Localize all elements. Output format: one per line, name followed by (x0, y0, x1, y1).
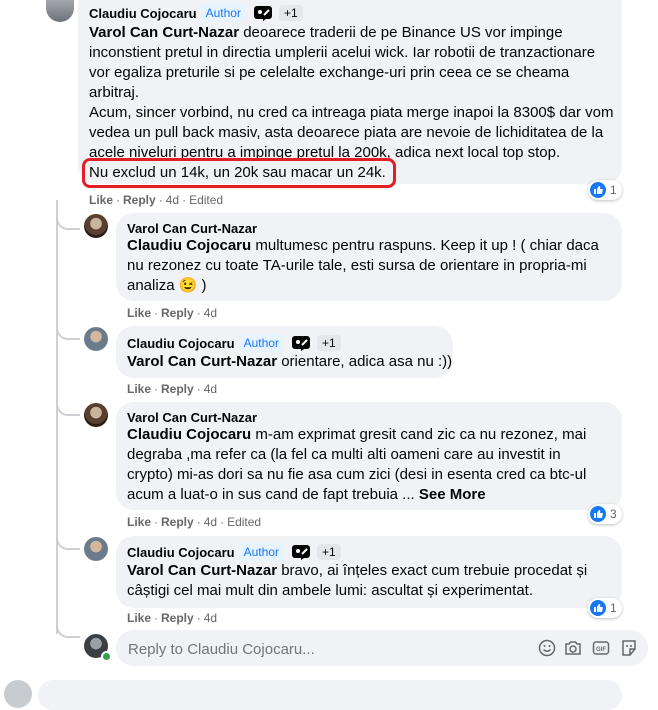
like-reaction-icon (590, 506, 606, 522)
conversation-starter-icon (289, 334, 313, 352)
conversation-starter-icon (251, 4, 275, 22)
edited-label: Edited (189, 193, 224, 207)
timestamp[interactable]: 4d (204, 382, 217, 396)
reply-text: orientare, adica asa nu :)) (277, 353, 453, 370)
reply-text-end: ) (197, 277, 207, 294)
reaction-count[interactable]: 1 (588, 598, 622, 618)
like-reaction-icon (590, 600, 606, 616)
author-badge: Author (238, 543, 284, 561)
highlight-box (82, 158, 396, 188)
reply-author-name[interactable]: Claudiu Cojocaru (127, 545, 235, 560)
reply-header: Claudiu Cojocaru Author +1 (127, 542, 341, 562)
timestamp[interactable]: 4d (204, 306, 217, 320)
reply-author-name[interactable]: Varol Can Curt-Nazar (127, 410, 257, 425)
avatar[interactable] (84, 214, 108, 238)
like-button[interactable]: Like (127, 515, 151, 529)
wink-emoji-icon: 😉 (178, 277, 198, 294)
see-more-link[interactable]: See More (419, 486, 486, 503)
thread-branch (56, 318, 80, 340)
thread-line (56, 200, 58, 634)
thread-branch (56, 394, 80, 416)
camera-icon[interactable] (564, 639, 582, 657)
mention-link[interactable]: Claudiu Cojocaru (127, 426, 251, 443)
sticker-icon[interactable] (620, 639, 638, 657)
thread-branch (56, 208, 80, 230)
reply-author-name[interactable]: Claudiu Cojocaru (127, 336, 235, 351)
reply-body: Varol Can Curt-Nazar bravo, ai înțeles e… (127, 561, 607, 601)
reply-button[interactable]: Reply (123, 193, 156, 207)
thread-branch (56, 614, 80, 638)
timestamp[interactable]: 4d (204, 515, 217, 529)
mention-link[interactable]: Varol Can Curt-Nazar (127, 562, 277, 579)
main-comment-paragraph-1: Varol Can Curt-Nazar deoarece traderii d… (89, 23, 614, 103)
avatar[interactable] (46, 0, 74, 22)
main-comment-header: Claudiu Cojocaru Author +1 (89, 2, 303, 24)
reply-actions: Like · Reply · 4d (127, 306, 218, 320)
reply-actions: Like · Reply · 4d (127, 611, 218, 625)
plus-badge[interactable]: +1 (316, 544, 341, 560)
edited-label: Edited (227, 515, 262, 529)
online-status-dot (101, 651, 112, 662)
timestamp[interactable]: 4d (166, 193, 179, 207)
avatar[interactable] (84, 403, 108, 427)
mention-link[interactable]: Claudiu Cojocaru (127, 237, 251, 254)
like-button[interactable]: Like (89, 193, 113, 207)
reply-input[interactable] (126, 638, 530, 660)
reaction-number: 1 (610, 601, 617, 615)
emoji-icon[interactable] (538, 639, 556, 657)
next-comment-avatar (4, 680, 32, 708)
reply-button[interactable]: Reply (161, 382, 194, 396)
reply-body: Varol Can Curt-Nazar orientare, adica as… (127, 352, 452, 372)
author-badge: Author (238, 334, 284, 352)
reaction-number: 3 (610, 507, 617, 521)
like-button[interactable]: Like (127, 382, 151, 396)
reply-composer[interactable]: GIF (116, 630, 648, 666)
reply-button[interactable]: Reply (161, 515, 194, 529)
comment-author-name[interactable]: Claudiu Cojocaru (89, 6, 197, 21)
mention-link[interactable]: Varol Can Curt-Nazar (89, 24, 239, 41)
gif-icon[interactable]: GIF (592, 639, 610, 657)
main-comment-paragraph-2: Acum, sincer vorbind, nu cred ca intreag… (89, 104, 614, 161)
reply-body: Claudiu Cojocaru multumesc pentru raspun… (127, 236, 615, 296)
mention-link[interactable]: Varol Can Curt-Nazar (127, 353, 277, 370)
plus-badge[interactable]: +1 (316, 335, 341, 351)
reaction-count[interactable]: 1 (588, 180, 622, 200)
plus-badge[interactable]: +1 (278, 5, 303, 21)
like-button[interactable]: Like (127, 306, 151, 320)
avatar[interactable] (84, 537, 108, 561)
timestamp[interactable]: 4d (204, 611, 217, 625)
like-button[interactable]: Like (127, 611, 151, 625)
like-reaction-icon (590, 182, 606, 198)
main-comment-actions: Like · Reply · 4d · Edited (89, 193, 224, 207)
reply-actions: Like · Reply · 4d · Edited (127, 515, 262, 529)
thread-branch (56, 528, 80, 550)
reply-header: Claudiu Cojocaru Author +1 (127, 333, 341, 353)
author-badge: Author (200, 4, 246, 22)
reaction-count[interactable]: 3 (588, 504, 622, 524)
reply-button[interactable]: Reply (161, 306, 194, 320)
reply-author-name[interactable]: Varol Can Curt-Nazar (127, 221, 257, 236)
next-comment-bubble (38, 680, 622, 710)
reply-button[interactable]: Reply (161, 611, 194, 625)
conversation-starter-icon (289, 543, 313, 561)
reply-actions: Like · Reply · 4d (127, 382, 218, 396)
reaction-number: 1 (610, 183, 617, 197)
reply-body: Claudiu Cojocaru m-am exprimat gresit ca… (127, 425, 607, 505)
avatar[interactable] (84, 327, 108, 351)
svg-text:GIF: GIF (596, 647, 606, 653)
